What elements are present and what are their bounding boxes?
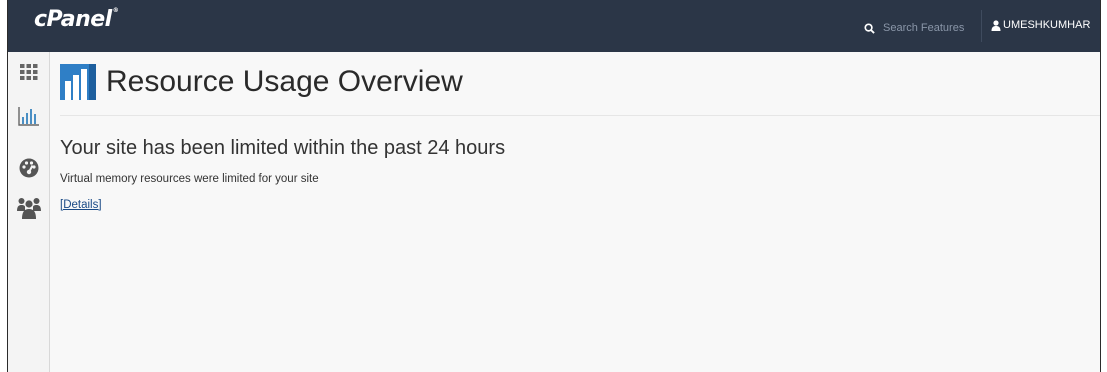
grid-icon (19, 64, 37, 80)
search-input[interactable] (883, 22, 973, 34)
sidebar-item-users[interactable] (8, 190, 49, 226)
user-icon (991, 19, 1001, 31)
sidebar-item-home[interactable] (8, 54, 49, 90)
chevron-down-icon: ▼ (1098, 21, 1100, 30)
dashboard-icon (19, 158, 38, 178)
cpanel-logo[interactable]: cPanel® (34, 7, 119, 32)
logo-registered-mark: ® (112, 7, 119, 14)
header-divider (981, 10, 982, 42)
user-menu[interactable]: UMESHKUMHAR ▼ (991, 19, 1100, 31)
details-link[interactable]: [Details] (60, 199, 102, 211)
search-icon (864, 22, 875, 34)
page-title: Resource Usage Overview (106, 65, 463, 98)
limit-notice-text: Virtual memory resources were limited fo… (60, 173, 319, 185)
header-divider-line (60, 115, 1100, 116)
search-features[interactable] (864, 18, 974, 38)
bar-chart-icon (17, 107, 39, 126)
sidebar-item-statistics[interactable] (8, 98, 49, 134)
page-header: Resource Usage Overview (60, 64, 463, 100)
main-content: Resource Usage Overview Your site has be… (50, 52, 1100, 372)
users-icon (16, 198, 41, 219)
sidebar (8, 52, 50, 372)
username-label: UMESHKUMHAR (1003, 19, 1091, 31)
limit-notice-title: Your site has been limited within the pa… (60, 137, 506, 159)
app-window: cPanel® UMESHKUMHAR ▼ (7, 0, 1101, 372)
sidebar-item-dashboard[interactable] (8, 150, 49, 186)
logo-text: cPanel (34, 7, 112, 32)
top-bar: cPanel® UMESHKUMHAR ▼ (8, 0, 1100, 52)
resource-usage-icon (60, 64, 96, 100)
